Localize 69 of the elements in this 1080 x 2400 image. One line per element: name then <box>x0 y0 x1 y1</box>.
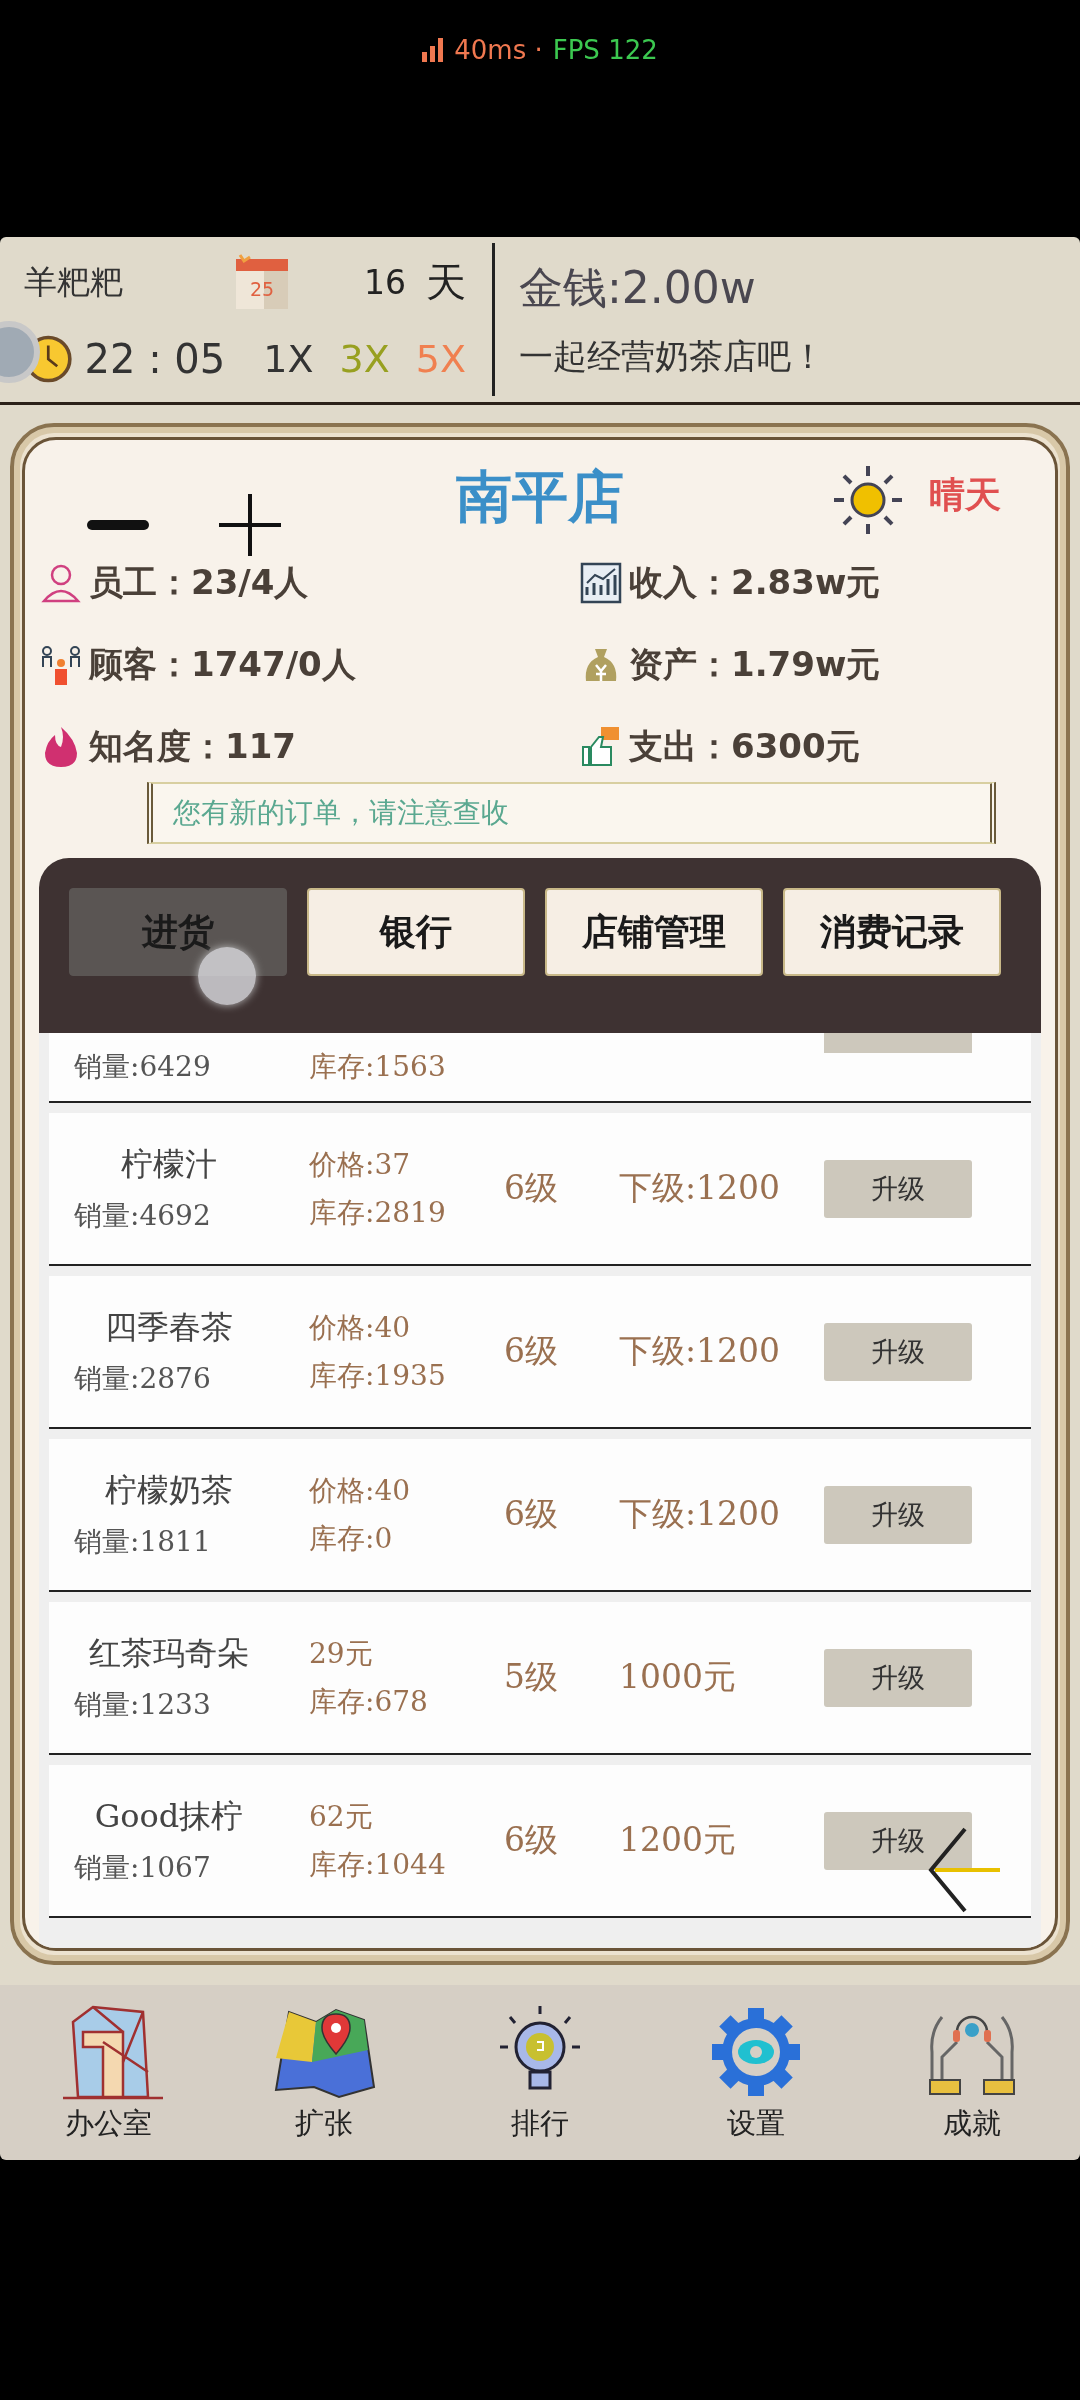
stat-text: 顾客：1747/0人 <box>89 643 356 686</box>
stock-text: 库存:1563 <box>309 1049 447 1085</box>
nav-item[interactable]: 办公室 <box>38 2000 178 2145</box>
nav-item[interactable]: 扩张 <box>254 2000 394 2145</box>
upgrade-cost: 下级:1200 <box>619 1330 782 1372</box>
tab[interactable]: 消费记录 <box>783 888 1001 976</box>
fps-text: FPS 122 <box>552 35 658 65</box>
stat-text: 资产：1.79w元 <box>629 643 881 686</box>
stock-text: 库存:678 <box>309 1683 429 1720</box>
upgrade-cost: 下级:1200 <box>619 1493 782 1535</box>
plus-icon[interactable] <box>219 494 281 556</box>
slogan-text: 一起经营奶茶店吧！ <box>519 335 826 378</box>
product-name: 红茶玛奇朵 <box>88 1632 250 1674</box>
sales-text: 销量:1067 <box>74 1849 212 1886</box>
player-name: 羊粑粑 <box>24 260 124 303</box>
minus-icon[interactable] <box>87 520 149 530</box>
product-name: 柠檬汁 <box>120 1143 218 1185</box>
price-text: 价格:40 <box>309 1309 412 1346</box>
sales-text: 销量:1233 <box>74 1686 212 1723</box>
grade-text: 6级 <box>504 1167 559 1209</box>
grade-text: 6级 <box>504 1493 559 1535</box>
stat-text: 员工：23/4人 <box>89 561 309 604</box>
chart-icon <box>579 561 623 605</box>
upgrade-cost: 1000元 <box>619 1656 737 1698</box>
upgrade-button[interactable]: 升级 <box>824 1811 972 1870</box>
stock-text: 库存:1044 <box>309 1846 447 1883</box>
weather-text: 晴天 <box>929 472 1001 517</box>
store-name: 南平店 <box>456 463 624 531</box>
day-count: 16 <box>364 262 406 302</box>
sun-icon <box>831 463 905 537</box>
latency-text: 40ms · <box>454 35 543 65</box>
nav-item[interactable]: 成就 <box>902 2000 1042 2145</box>
people-icon <box>39 643 83 687</box>
grade-text: 5级 <box>504 1656 559 1698</box>
stat-text: 支出：6300元 <box>629 725 860 768</box>
product-name: 四季春茶 <box>104 1306 234 1348</box>
price-text: 价格:37 <box>309 1146 412 1183</box>
tab[interactable]: 银行 <box>307 888 525 976</box>
money-text: 金钱:2.00w <box>519 261 757 315</box>
nav-item[interactable]: 设置 <box>686 2000 826 2145</box>
sales-text: 销量:6429 <box>74 1049 212 1085</box>
product-name: 柠檬奶茶 <box>104 1469 234 1511</box>
game-time: 22 : 05 <box>84 335 227 382</box>
nav-item[interactable]: 排行 <box>470 2000 610 2145</box>
stat-text: 知名度：117 <box>89 725 296 768</box>
grade-text: 6级 <box>504 1330 559 1372</box>
sales-text: 销量:4692 <box>74 1197 212 1234</box>
upgrade-button[interactable]: 升级 <box>824 1485 972 1544</box>
price-text: 62元 <box>309 1798 374 1835</box>
notice-bar: 您有新的订单，请注意查收 <box>147 782 996 844</box>
upgrade-cost: 下级:1200 <box>619 1167 782 1209</box>
sales-text: 销量:1811 <box>74 1523 212 1560</box>
upgrade-cost: 1200元 <box>619 1819 737 1861</box>
grade-text: 6级 <box>504 1819 559 1861</box>
upgrade-button[interactable]: 升级 <box>824 1648 972 1707</box>
tab[interactable]: 店铺管理 <box>545 888 763 976</box>
speed-option[interactable]: 1X <box>263 336 314 381</box>
price-text: 29元 <box>309 1635 374 1672</box>
upgrade-button[interactable]: 升级 <box>824 1322 972 1381</box>
product-name: Good抹柠 <box>93 1795 245 1837</box>
signal-icon <box>422 38 445 62</box>
stock-text: 库存:1935 <box>309 1357 447 1394</box>
sales-text: 销量:2876 <box>74 1360 212 1397</box>
price-text: 价格:40 <box>309 1472 412 1509</box>
day-unit: 天 <box>426 257 466 307</box>
stat-text: 收入：2.83w元 <box>629 561 881 604</box>
stock-text: 库存:0 <box>309 1520 394 1557</box>
stock-text: 库存:2819 <box>309 1194 447 1231</box>
upgrade-button[interactable]: 升级 <box>824 1159 972 1218</box>
